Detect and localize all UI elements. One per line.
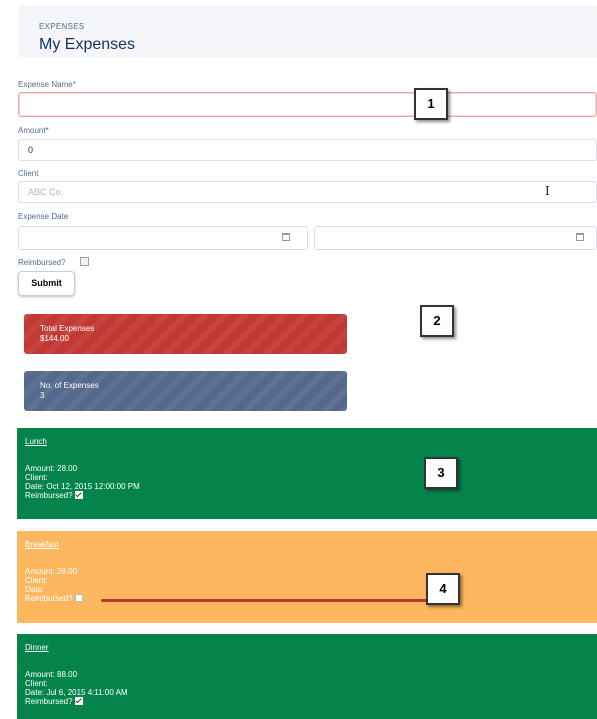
expense-name-label: Expense Name* (18, 80, 76, 89)
amount-input[interactable]: 0 (18, 139, 597, 161)
expense-card: Breakfast Amount: 28.00 Client: Date: Re… (17, 531, 597, 623)
expense-client: Client: (25, 679, 48, 688)
expense-name-input[interactable] (18, 92, 597, 117)
expense-amount: Amount: 88.00 (25, 670, 78, 679)
callout-4: 4 (426, 573, 460, 605)
callout-1: 1 (414, 88, 448, 120)
calendar-icon[interactable] (282, 233, 290, 241)
reimbursed-label: Reimbursed? (18, 258, 66, 267)
expense-date: Date: Oct 12, 2015 12:00:00 PM (25, 482, 140, 491)
expense-date: Date: Jul 6, 2015 4:11:00 AM (25, 688, 128, 697)
total-expenses-box: Total Expenses $144.00 (24, 314, 347, 354)
expense-client: Client: (25, 576, 48, 585)
expense-card: Dinner Amount: 88.00 Client: Date: Jul 6… (17, 634, 597, 719)
expense-date-label: Expense Date (18, 212, 69, 221)
expense-count-label: No. of Expenses (40, 381, 99, 390)
expense-time-input[interactable] (314, 226, 597, 250)
expense-reimbursed-label: Reimbursed? (25, 594, 73, 603)
total-expenses-label: Total Expenses (40, 324, 95, 333)
expense-amount: Amount: 28.00 (25, 567, 78, 576)
expense-reimbursed-row: Reimbursed? (25, 594, 83, 603)
client-label: Client (18, 169, 39, 178)
expense-name-link[interactable]: Dinner (25, 643, 49, 652)
reimbursed-checkbox[interactable] (74, 594, 83, 602)
expense-card: Lunch Amount: 28.00 Client: Date: Oct 12… (17, 428, 597, 519)
reimbursed-checkbox[interactable] (80, 257, 89, 266)
expense-reimbursed-row: Reimbursed? (25, 697, 128, 706)
callout-2: 2 (420, 305, 454, 337)
page-eyebrow: EXPENSES (39, 22, 85, 31)
expense-amount: Amount: 28.00 (25, 464, 78, 473)
expense-count-box: No. of Expenses 3 (24, 371, 347, 411)
expense-reimbursed-label: Reimbursed? (25, 491, 73, 500)
callout-3: 3 (424, 457, 458, 489)
reimbursed-checkbox[interactable] (74, 491, 83, 499)
expense-name-link[interactable]: Lunch (25, 437, 47, 446)
expense-date: Date: (25, 585, 45, 594)
expense-reimbursed-row: Reimbursed? (25, 491, 140, 500)
expense-reimbursed-label: Reimbursed? (25, 697, 73, 706)
expense-details: Amount: 88.00 Client: Date: Jul 6, 2015 … (25, 670, 128, 706)
text-cursor-icon: I (545, 184, 550, 198)
amount-label: Amount* (18, 126, 49, 135)
submit-button[interactable]: Submit (18, 271, 75, 296)
expense-details: Amount: 28.00 Client: Date: Reimbursed? (25, 567, 83, 603)
reimbursed-checkbox[interactable] (74, 697, 83, 705)
expense-count-value: 3 (40, 391, 45, 400)
expense-details: Amount: 28.00 Client: Date: Oct 12, 2015… (25, 464, 140, 500)
page-title: My Expenses (39, 36, 136, 53)
expense-name-link[interactable]: Breakfast (25, 540, 59, 549)
expense-date-input[interactable] (18, 226, 308, 250)
page-header: EXPENSES My Expenses (18, 5, 597, 57)
callout-pointer-line (101, 599, 429, 602)
expense-client: Client: (25, 473, 48, 482)
client-input[interactable]: ABC Co. (18, 181, 597, 203)
total-expenses-value: $144.00 (40, 334, 69, 343)
calendar-icon[interactable] (576, 233, 584, 241)
